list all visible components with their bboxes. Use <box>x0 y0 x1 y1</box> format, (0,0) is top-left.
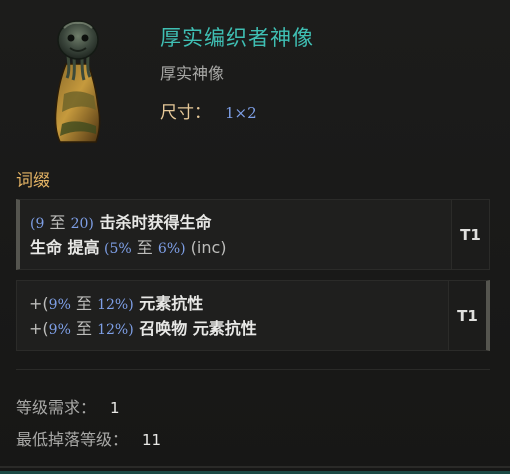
level-requirement-label: 等级需求： <box>16 398 97 417</box>
affix-section-title: 词缀 <box>16 171 50 191</box>
affix-max-value: 12% <box>97 297 129 313</box>
level-requirement: 等级需求： 1 <box>16 394 120 418</box>
affix-text: 生命 提高 <box>30 238 100 257</box>
item-header: 厚实编织者神像 厚实神像 尺寸： 1×2 <box>0 0 510 150</box>
affix-min-value: 9% <box>48 322 71 338</box>
affix-range-separator: 至 <box>44 213 71 232</box>
affix-max-value: 20 <box>70 216 89 232</box>
size-value: 1×2 <box>225 104 257 122</box>
affix-line: (9 至 20) 击杀时获得生命 <box>30 210 227 235</box>
size-label: 尺寸： <box>160 103 211 123</box>
drop-level: 最低掉落等级： 11 <box>16 426 161 450</box>
affix-tier-badge: T1 <box>448 281 486 350</box>
section-divider <box>16 369 490 370</box>
affix-bracket: ( <box>99 241 110 257</box>
item-tooltip-panel: 厚实编织者神像 厚实神像 尺寸： 1×2 词缀 (9 至 20) 击杀时获得生命… <box>0 0 510 474</box>
affix-line: +(9% 至 12%) 召唤物 元素抗性 <box>29 316 257 341</box>
affix-range-separator: 至 <box>70 319 98 338</box>
item-name: 厚实编织者神像 <box>160 26 314 50</box>
affix-prefix: +( <box>29 319 49 338</box>
affix-text: 召唤物 元素抗性 <box>133 319 257 338</box>
affix-min-value: 5% <box>109 241 132 257</box>
drop-level-label: 最低掉落等级： <box>16 430 129 449</box>
affix-line: 生命 提高 (5% 至 6%) (inc) <box>30 235 227 260</box>
level-requirement-value: 1 <box>110 399 120 417</box>
affix-text: 元素抗性 <box>133 294 204 313</box>
drop-level-value: 11 <box>142 431 162 449</box>
affix-tier-badge: T1 <box>451 200 489 269</box>
item-size: 尺寸： 1×2 <box>160 98 257 123</box>
affix-prefix: +( <box>29 294 49 313</box>
affix-range-separator: 至 <box>70 294 98 313</box>
affix-group-2: +(9% 至 12%) 元素抗性 +(9% 至 12%) 召唤物 元素抗性 T1 <box>16 280 490 351</box>
affix-min-value: 9% <box>48 297 71 313</box>
idol-icon <box>54 20 101 143</box>
affix-suffix: (inc) <box>185 238 227 257</box>
affix-group-1: (9 至 20) 击杀时获得生命 生命 提高 (5% 至 6%) (inc) T… <box>16 199 490 270</box>
affix-text: 击杀时获得生命 <box>93 213 212 232</box>
affix-max-value: 6% <box>157 241 181 257</box>
item-base-type: 厚实神像 <box>160 64 225 83</box>
affix-line: +(9% 至 12%) 元素抗性 <box>29 291 257 316</box>
affix-range-separator: 至 <box>131 238 158 257</box>
affix-max-value: 12% <box>97 322 129 338</box>
